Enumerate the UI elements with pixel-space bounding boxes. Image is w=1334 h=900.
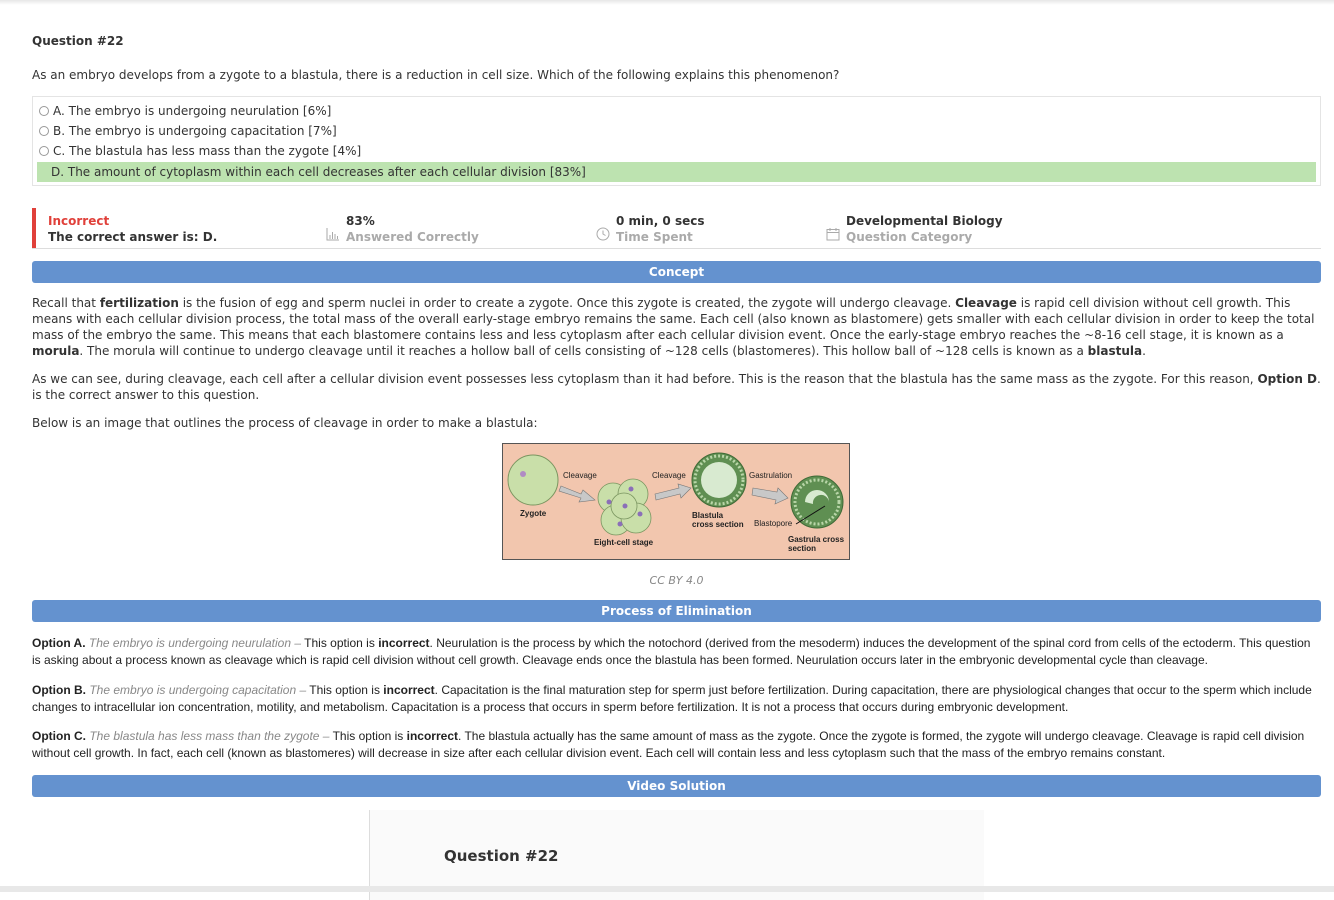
- cleavage-diagram: Zygote Cleavage Eight-cell stage Cleavag…: [502, 443, 850, 560]
- blastula-label: Blastula: [692, 511, 724, 520]
- choice-label: C. The blastula has less mass than the z…: [53, 144, 362, 158]
- result-status: Incorrect The correct answer is: D.: [48, 213, 217, 245]
- eight-cell-label: Eight-cell stage: [594, 538, 654, 547]
- keyword: blastula: [1087, 344, 1143, 358]
- incorrect-keyword: incorrect: [383, 683, 435, 697]
- arrow-icon: [654, 483, 692, 501]
- choice-c[interactable]: C. The blastula has less mass than the z…: [37, 141, 1316, 161]
- choice-d-correct[interactable]: D. The amount of cytoplasm within each c…: [37, 162, 1316, 182]
- time-spent-stat: 0 min, 0 secs Time Spent: [596, 213, 705, 245]
- time-spent-label: Time Spent: [616, 230, 693, 244]
- correct-answer-text: The correct answer is: D.: [48, 230, 218, 244]
- text: . The morula will continue to undergo cl…: [79, 344, 1088, 358]
- choice-label: A. The embryo is undergoing neurulation …: [53, 104, 332, 118]
- arrow-icon: [751, 487, 789, 505]
- choice-label: D. The amount of cytoplasm within each c…: [51, 165, 586, 179]
- choice-a[interactable]: A. The embryo is undergoing neurulation …: [37, 101, 1316, 121]
- arrow-icon: [558, 485, 596, 503]
- video-title: Question #22: [444, 847, 559, 865]
- concept-paragraph-1: Recall that fertilization is the fusion …: [32, 295, 1321, 359]
- option-quote: The embryo is undergoing capacitation –: [89, 683, 307, 697]
- video-solution-header: Video Solution: [32, 775, 1321, 797]
- question-number: Question #22: [32, 34, 124, 48]
- radio-button[interactable]: [39, 106, 49, 116]
- zygote-nucleus: [520, 471, 526, 477]
- concept-header: Concept: [32, 261, 1321, 283]
- keyword: fertilization: [99, 296, 179, 310]
- answer-choices: A. The embryo is undergoing neurulation …: [32, 96, 1321, 186]
- keyword: morula: [32, 344, 80, 358]
- cleavage-diagram-svg: Zygote Cleavage Eight-cell stage Cleavag…: [507, 452, 845, 553]
- gastrulation-label: Gastrulation: [749, 471, 792, 480]
- elimination-header: Process of Elimination: [32, 600, 1321, 622]
- bottom-scroll-edge: [0, 886, 1334, 892]
- text: .: [1142, 344, 1146, 358]
- text: This option is: [306, 683, 384, 697]
- gastrula: [790, 475, 844, 529]
- time-spent-value: 0 min, 0 secs: [616, 214, 705, 228]
- radio-button[interactable]: [39, 126, 49, 136]
- top-shadow: [0, 0, 1334, 5]
- blastula: [691, 452, 747, 508]
- clock-icon: [596, 227, 610, 241]
- text: This option is: [329, 729, 407, 743]
- cleavage-label-1: Cleavage: [563, 471, 597, 480]
- calendar-icon: [826, 228, 840, 241]
- category-label: Question Category: [846, 230, 973, 244]
- option-quote: The embryo is undergoing neurulation –: [88, 636, 302, 650]
- option-b-explanation: Option B. The embryo is undergoing capac…: [32, 682, 1321, 716]
- gastrula-label: Gastrula cross: [788, 535, 845, 544]
- option-prefix: Option C.: [32, 729, 86, 743]
- image-caption: CC BY 4.0: [649, 574, 704, 587]
- gastrula-label-2: section: [788, 544, 816, 553]
- bar-chart-icon: [326, 228, 339, 241]
- incorrect-indicator-bar: [32, 208, 36, 248]
- incorrect-keyword: incorrect: [406, 729, 458, 743]
- option-prefix: Option B.: [32, 683, 86, 697]
- option-c-explanation: Option C. The blastula has less mass tha…: [32, 728, 1321, 762]
- status-text: Incorrect: [48, 214, 110, 228]
- category-stat: Developmental Biology Question Category: [826, 213, 1003, 245]
- choice-label: B. The embryo is undergoing capacitation…: [53, 124, 337, 138]
- text: As we can see, during cleavage, each cel…: [32, 372, 1258, 386]
- keyword: Cleavage: [955, 296, 1017, 310]
- answered-correctly-value: 83%: [346, 214, 375, 228]
- result-stats: Incorrect The correct answer is: D. 83% …: [32, 208, 1321, 249]
- choice-b[interactable]: B. The embryo is undergoing capacitation…: [37, 121, 1316, 141]
- eight-cell-embryo: [597, 478, 652, 536]
- zygote-cell: [507, 454, 559, 506]
- question-text: As an embryo develops from a zygote to a…: [32, 68, 840, 82]
- option-quote: The blastula has less mass than the zygo…: [89, 729, 330, 743]
- zygote-label: Zygote: [520, 509, 547, 518]
- category-value: Developmental Biology: [846, 214, 1003, 228]
- option-prefix: Option A.: [32, 636, 86, 650]
- text: This option is: [301, 636, 379, 650]
- cleavage-label-2: Cleavage: [652, 471, 686, 480]
- concept-paragraph-2: As we can see, during cleavage, each cel…: [32, 371, 1321, 403]
- keyword: Option D: [1257, 372, 1318, 386]
- text: is the fusion of egg and sperm nuclei in…: [178, 296, 956, 310]
- blastopore-label: Blastopore: [754, 519, 793, 528]
- radio-button[interactable]: [39, 146, 49, 156]
- option-a-explanation: Option A. The embryo is undergoing neuru…: [32, 635, 1321, 669]
- answered-correctly-label: Answered Correctly: [346, 230, 479, 244]
- text: Recall that: [32, 296, 100, 310]
- answered-correctly-stat: 83% Answered Correctly: [326, 213, 479, 245]
- concept-paragraph-3: Below is an image that outlines the proc…: [32, 416, 538, 430]
- incorrect-keyword: incorrect: [378, 636, 430, 650]
- blastula-label-2: cross section: [692, 520, 744, 529]
